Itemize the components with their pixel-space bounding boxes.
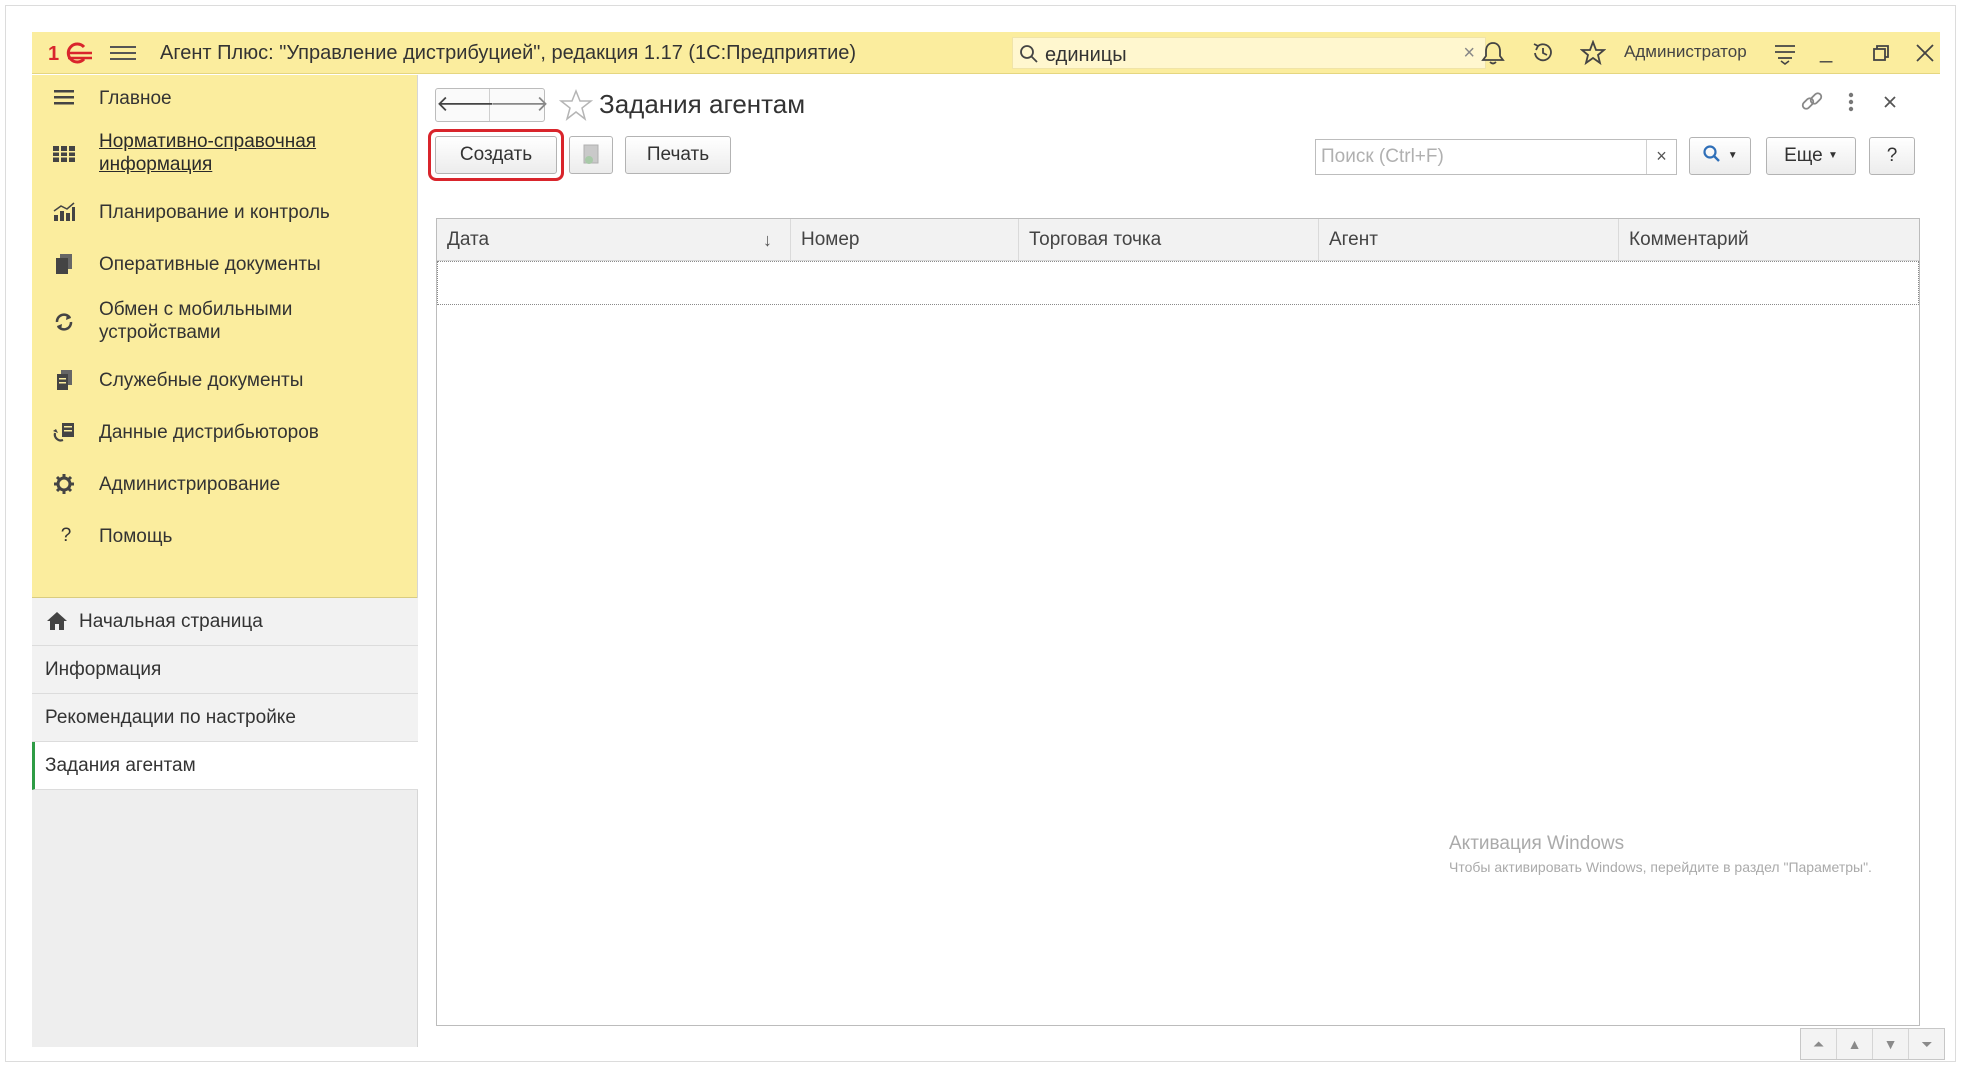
- section-label: Помощь: [99, 526, 173, 547]
- distributor-data-icon: [53, 423, 74, 442]
- scroll-down-button[interactable]: ▼: [1873, 1029, 1909, 1059]
- sync-icon: [55, 313, 73, 331]
- bell-icon[interactable]: [1480, 40, 1506, 66]
- column-header-agent[interactable]: Агент: [1319, 219, 1619, 261]
- copy-document-button[interactable]: [569, 136, 613, 174]
- section-label: Главное: [99, 88, 172, 109]
- svg-text:1: 1: [48, 43, 59, 65]
- history-icon[interactable]: [1530, 40, 1556, 66]
- section-reference-info[interactable]: Нормативно-справочная информация: [32, 125, 418, 189]
- open-window-setup-recommendations[interactable]: Рекомендации по настройке: [32, 694, 418, 742]
- column-header-outlet[interactable]: Торговая точка: [1019, 219, 1319, 261]
- section-main[interactable]: Главное: [32, 75, 418, 121]
- open-window-label: Начальная страница: [79, 611, 263, 632]
- section-label: Данные дистрибьюторов: [99, 422, 319, 443]
- section-service-docs[interactable]: Служебные документы: [32, 357, 418, 403]
- section-operational-docs[interactable]: Оперативные документы: [32, 241, 418, 287]
- chevron-down-icon: ▼: [1727, 150, 1738, 161]
- link-icon[interactable]: [1799, 89, 1825, 115]
- section-mobile-exchange[interactable]: Обмен с мобильными устройствами: [32, 293, 418, 357]
- scroll-to-bottom-button[interactable]: ⏷: [1909, 1029, 1945, 1059]
- section-panel: Главное Нормативно-справочная информация…: [32, 75, 417, 598]
- section-planning[interactable]: Планирование и контроль: [32, 189, 418, 235]
- restore-window-icon[interactable]: [1868, 40, 1894, 66]
- page-title: Задания агентам: [599, 89, 806, 119]
- close-window-icon[interactable]: [1912, 40, 1938, 66]
- watermark-title: Активация Windows: [1449, 833, 1625, 854]
- main-menu-icon[interactable]: [110, 42, 136, 64]
- list-search-input[interactable]: [1316, 140, 1674, 174]
- search-dropdown-button[interactable]: ▼: [1689, 137, 1751, 175]
- question-icon: ?: [60, 525, 72, 546]
- open-window-agent-tasks[interactable]: Задания агентам: [32, 742, 418, 790]
- scroll-to-top-button[interactable]: ⏶: [1801, 1029, 1837, 1059]
- settings-list-icon[interactable]: [1772, 40, 1798, 66]
- more-actions-button[interactable]: Еще ▼: [1766, 137, 1856, 175]
- home-icon: [47, 612, 67, 630]
- search-icon: [1020, 45, 1038, 63]
- history-nav: 🡐 🡒: [435, 88, 549, 122]
- add-to-favorites-star-icon[interactable]: [559, 88, 593, 122]
- column-header-comment[interactable]: Комментарий: [1619, 219, 1919, 261]
- section-administration[interactable]: Администрирование: [32, 461, 418, 507]
- copy-document-icon: [583, 144, 599, 164]
- service-docs-icon: [57, 370, 72, 390]
- section-help[interactable]: ? Помощь: [32, 513, 418, 559]
- section-label: Нормативно-справочная информация: [99, 131, 317, 175]
- chevron-down-icon: ▼: [1828, 150, 1838, 161]
- watermark-text: Чтобы активировать Windows, перейдите в …: [1449, 859, 1872, 875]
- screenshot-frame: 1 Агент Плюс: "Управление дистрибуцией",…: [5, 5, 1956, 1062]
- sidebar: Главное Нормативно-справочная информация…: [32, 75, 418, 1047]
- windows-activation-watermark: Активация Windows Чтобы активировать Win…: [1449, 833, 1872, 875]
- section-label: Оперативные документы: [99, 254, 321, 275]
- gear-icon: [54, 474, 74, 494]
- global-search-field[interactable]: единицы ×: [1012, 37, 1486, 69]
- open-window-label: Задания агентам: [45, 755, 196, 776]
- more-vertical-icon[interactable]: [1841, 89, 1861, 115]
- section-distributor-data[interactable]: Данные дистрибьюторов: [32, 409, 418, 455]
- app-title: Агент Плюс: "Управление дистрибуцией", р…: [160, 42, 857, 64]
- create-button[interactable]: Создать: [435, 136, 557, 174]
- app-window: 1 Агент Плюс: "Управление дистрибуцией",…: [32, 32, 1945, 1060]
- list-search-field[interactable]: ×: [1315, 139, 1677, 175]
- open-window-home[interactable]: Начальная страница: [32, 598, 418, 646]
- forward-button[interactable]: 🡒: [490, 89, 549, 121]
- favorites-star-icon[interactable]: [1580, 40, 1606, 66]
- title-bar: 1 Агент Плюс: "Управление дистрибуцией",…: [32, 32, 1940, 74]
- menu-lines-icon: [54, 90, 74, 105]
- grid-icon: [53, 146, 75, 162]
- current-user[interactable]: Администратор: [1624, 42, 1747, 62]
- form-area: 🡐 🡒 Задания агентам Создать Печать Поиск…: [419, 75, 1945, 1060]
- scroll-up-button[interactable]: ▲: [1837, 1029, 1873, 1059]
- column-label: Дата: [447, 229, 490, 250]
- agent-tasks-table[interactable]: Дата ↓ Номер Торговая точка Агент Коммен…: [436, 218, 1920, 1026]
- bar-chart-icon: [53, 202, 75, 221]
- column-header-number[interactable]: Номер: [791, 219, 1019, 261]
- global-search-value[interactable]: единицы: [1045, 44, 1127, 67]
- list-search-clear-button[interactable]: ×: [1646, 140, 1676, 174]
- section-label: Администрирование: [99, 474, 281, 495]
- open-window-information[interactable]: Информация: [32, 646, 418, 694]
- section-label: Планирование и контроль: [99, 202, 330, 223]
- sort-arrow-down-icon: ↓: [763, 230, 772, 250]
- documents-icon: [56, 254, 72, 274]
- section-label: Служебные документы: [99, 370, 304, 391]
- close-form-icon[interactable]: [1879, 91, 1901, 113]
- search-clear-icon[interactable]: ×: [1463, 42, 1475, 65]
- print-button[interactable]: Печать: [625, 136, 731, 174]
- table-row-empty-selected[interactable]: [437, 261, 1919, 305]
- help-button[interactable]: ?: [1869, 137, 1915, 175]
- search-icon: [1703, 145, 1721, 162]
- open-window-label: Рекомендации по настройке: [45, 707, 296, 728]
- section-label: Обмен с мобильными устройствами: [99, 299, 293, 343]
- table-header: Дата ↓ Номер Торговая точка Агент Коммен…: [437, 219, 1919, 261]
- column-header-date[interactable]: Дата ↓: [437, 219, 791, 261]
- more-actions-label: Еще: [1784, 145, 1823, 167]
- list-scroll-buttons: ⏶ ▲ ▼ ⏷: [1800, 1028, 1945, 1060]
- open-window-label: Информация: [45, 659, 162, 680]
- minimize-icon[interactable]: _: [1820, 38, 1832, 64]
- 1c-logo-icon[interactable]: 1: [48, 41, 92, 65]
- back-button[interactable]: 🡐: [436, 89, 495, 121]
